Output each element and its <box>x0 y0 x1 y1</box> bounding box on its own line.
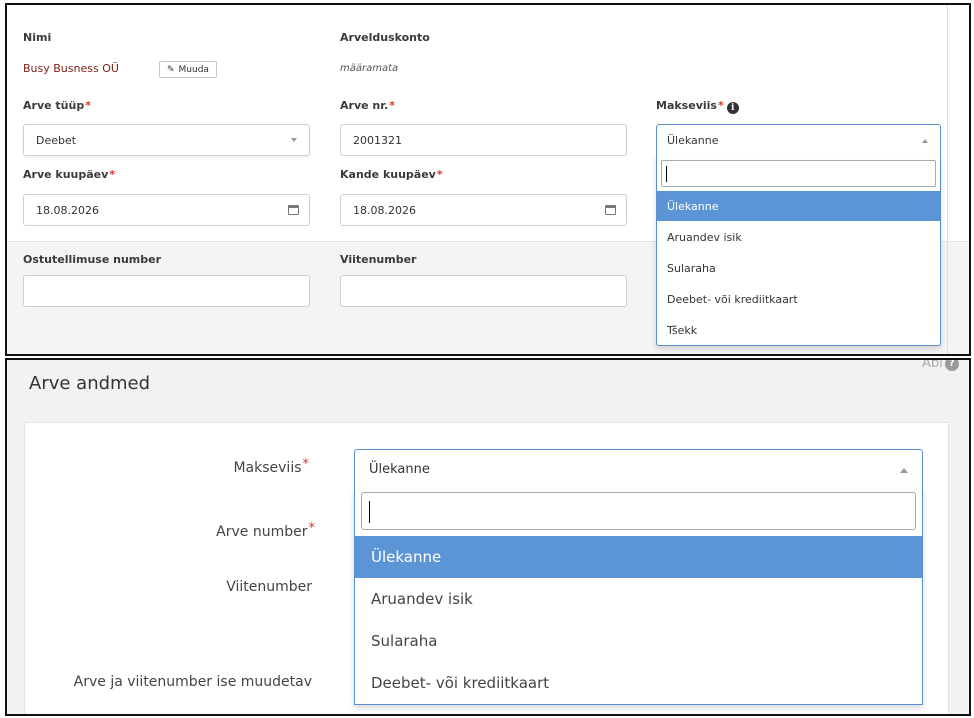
invoice-nr-label: Arve nr.* <box>340 99 395 112</box>
chevron-up-icon <box>900 468 908 473</box>
page-title: Arve andmed <box>29 373 151 394</box>
reference-input[interactable] <box>340 275 627 307</box>
pencil-icon: ✎ <box>167 64 175 75</box>
required-mark: * <box>436 168 443 181</box>
po-number-label: Ostutellimuse number <box>23 253 162 266</box>
account-value: määramata <box>340 63 399 74</box>
invoice-type-value: Deebet <box>36 133 77 147</box>
payment-method-select[interactable]: Ülekanne <box>354 449 923 490</box>
entry-date-value: 18.08.2026 <box>353 203 416 217</box>
dropdown-option[interactable]: Tšekk <box>657 315 940 345</box>
payment-method-label: Makseviis* i <box>656 99 739 114</box>
invoice-date-label: Arve kuupäev* <box>23 168 115 181</box>
company-name-link[interactable]: Busy Busness OÜ <box>23 62 119 75</box>
required-mark: * <box>389 99 396 112</box>
text-cursor <box>666 166 667 182</box>
dropdown-option[interactable]: Sularaha <box>657 253 940 283</box>
invoice-nr-label-text: Arve nr. <box>340 99 389 112</box>
payment-method-dropdown: Ülekanne Aruandev isik Sularaha Deebet- … <box>656 156 941 346</box>
entry-date-input[interactable]: 18.08.2026 <box>340 194 627 226</box>
divider <box>947 5 948 354</box>
invoice-type-label-text: Arve tüüp <box>23 99 85 112</box>
question-icon: ? <box>944 360 959 371</box>
payment-method-dropdown: Ülekanne Aruandev isik Sularaha Deebet- … <box>354 489 923 705</box>
dropdown-search-input[interactable] <box>361 492 916 530</box>
invoice-date-label-text: Arve kuupäev <box>23 168 109 181</box>
invoice-details-panel: Arve andmed Abi ? Makseviis* Arve number… <box>5 358 971 716</box>
help-link[interactable]: Abi ? <box>922 358 959 371</box>
invoice-nr-value: 2001321 <box>353 133 402 147</box>
dropdown-option[interactable]: Aruandev isik <box>355 578 922 620</box>
editable-toggle-label: Arve ja viitenumber ise muudetav <box>73 674 312 690</box>
chevron-up-icon <box>922 139 928 143</box>
text-cursor <box>369 501 370 523</box>
info-icon[interactable]: i <box>726 102 739 114</box>
required-mark: * <box>308 521 316 536</box>
dropdown-option[interactable]: Deebet- või krediitkaart <box>355 662 922 704</box>
edit-button[interactable]: ✎ Muuda <box>159 61 217 78</box>
calendar-icon[interactable] <box>288 205 299 215</box>
payment-method-value: Ülekanne <box>667 134 719 147</box>
reference-label: Viitenumber <box>340 253 417 266</box>
invoice-type-label: Arve tüüp* <box>23 99 91 112</box>
name-label: Nimi <box>23 31 52 44</box>
invoice-number-label-text: Arve number <box>216 524 308 540</box>
entry-date-label: Kande kuupäev* <box>340 168 443 181</box>
required-mark: * <box>717 99 724 112</box>
po-number-input[interactable] <box>23 275 310 307</box>
dropdown-search-input[interactable] <box>661 160 936 187</box>
payment-method-label-text: Makseviis <box>233 460 302 476</box>
payment-method-label: Makseviis* <box>233 457 309 476</box>
invoice-type-select[interactable]: Deebet <box>23 124 310 156</box>
calendar-icon[interactable] <box>605 205 616 215</box>
entry-date-label-text: Kande kuupäev <box>340 168 436 181</box>
account-label: Arvelduskonto <box>340 31 430 44</box>
dropdown-option[interactable]: Deebet- või krediitkaart <box>657 284 940 314</box>
required-mark: * <box>85 99 91 112</box>
dropdown-option[interactable]: Aruandev isik <box>657 222 940 252</box>
edit-button-label: Muuda <box>178 64 209 75</box>
invoice-number-label: Arve number* <box>216 521 315 540</box>
help-label: Abi <box>922 358 943 371</box>
required-mark: * <box>109 168 116 181</box>
invoice-nr-input[interactable]: 2001321 <box>340 124 627 156</box>
payment-method-select[interactable]: Ülekanne <box>656 124 941 157</box>
invoice-date-value: 18.08.2026 <box>36 203 99 217</box>
dropdown-option[interactable]: Sularaha <box>355 620 922 662</box>
required-mark: * <box>302 457 310 472</box>
payment-method-label-text: Makseviis <box>656 99 717 112</box>
dropdown-option[interactable]: Ülekanne <box>657 191 940 221</box>
invoice-date-input[interactable]: 18.08.2026 <box>23 194 310 226</box>
reference-label: Viitenumber <box>226 579 312 595</box>
payment-method-value: Ülekanne <box>369 462 430 477</box>
invoice-form-compact: Nimi Busy Busness OÜ ✎ Muuda Arvelduskon… <box>5 3 971 356</box>
dropdown-option[interactable]: Ülekanne <box>355 536 922 578</box>
chevron-down-icon <box>291 138 297 142</box>
